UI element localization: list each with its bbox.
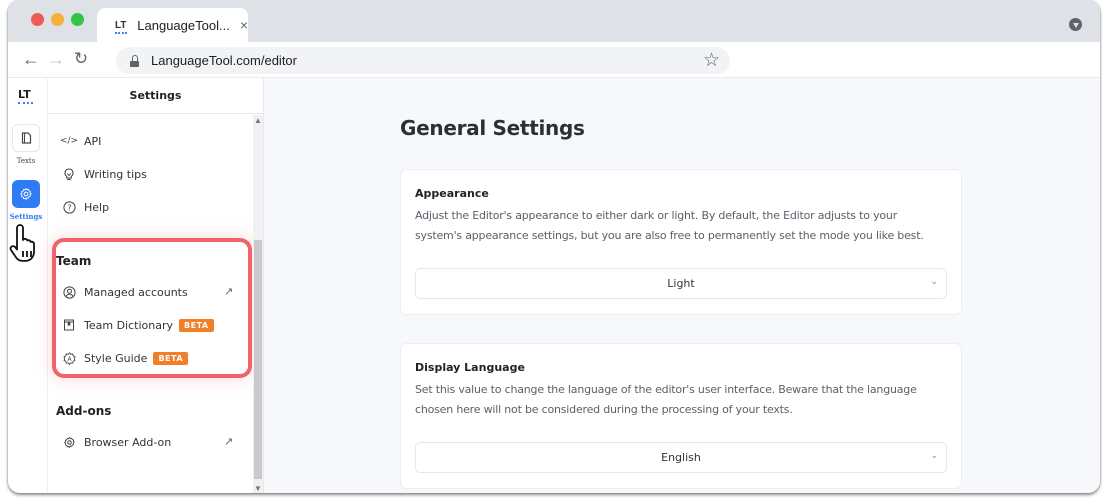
menu-item-label: Help [84,200,110,214]
bookmark-star-icon[interactable]: ☆ [703,49,720,72]
tab-title: LanguageTool... [137,17,230,33]
menu-item-team-dictionary[interactable]: Team Dictionary BETA [62,318,214,332]
team-section-title: Team [56,254,92,268]
beta-badge: BETA [153,351,189,365]
code-icon: </> [59,136,79,146]
menu-item-label: Writing tips [84,167,147,181]
style-guide-icon: A [62,351,76,365]
rail-texts-label: Texts [16,157,36,165]
menu-item-style-guide[interactable]: A Style Guide BETA [62,351,189,365]
browser-tab[interactable]: LT LanguageTool... × [97,8,248,42]
maximize-window-button[interactable] [71,13,84,26]
rail-texts-button[interactable] [12,124,40,152]
lock-icon [130,54,139,67]
address-bar[interactable]: LanguageTool.com/editor ☆ [116,47,730,74]
languagetool-favicon-icon: LT [115,19,128,34]
help-icon: ? [62,200,76,214]
menu-item-writing-tips[interactable]: Writing tips [62,167,147,181]
browser-menu-icon[interactable] [1069,18,1082,31]
display-language-select[interactable]: English ⌄ [415,442,947,473]
url-text[interactable]: LanguageTool.com/editor [151,53,297,68]
menu-item-managed-accounts[interactable]: Managed accounts [62,285,188,299]
rail-settings-label: Settings [9,212,43,221]
user-circle-icon [62,285,76,299]
card-description: Set this value to change the language of… [415,383,917,416]
chevron-down-icon: ⌄ [930,277,938,287]
back-icon[interactable]: ← [20,49,42,70]
card-title: Display Language [415,361,525,374]
browser-toolbar: ← → ↻ LanguageTool.com/editor ☆ [8,42,1100,78]
chevron-down-icon: ⌄ [930,451,938,461]
panel-title: Settings [48,78,263,114]
lightbulb-icon [62,167,76,181]
select-value: Light [667,277,695,290]
card-title: Appearance [415,187,489,200]
menu-item-browser-addon[interactable]: Browser Add-on [62,435,171,449]
svg-text:A: A [67,356,72,363]
scrollbar-thumb[interactable] [254,240,262,479]
icon-rail: LT Texts Settings [8,78,48,493]
svg-text:?: ? [67,203,71,212]
reload-icon[interactable]: ↻ [70,49,92,69]
menu-item-help[interactable]: ? Help [62,200,109,214]
gear-icon [20,188,32,200]
scroll-up-icon[interactable]: ▲ [253,116,263,125]
menu-item-label: API [84,134,102,148]
app-area: LT Texts Settings Settings </> API Writi… [8,78,1100,493]
card-description: Adjust the Editor's appearance to either… [415,209,924,242]
scroll-down-icon[interactable]: ▼ [253,484,263,493]
menu-item-label: Style Guide [84,351,148,365]
minimize-window-button[interactable] [51,13,64,26]
display-language-card: Display Language Set this value to chang… [400,343,962,489]
panel-scrollbar[interactable]: ▲ ▼ [253,115,263,493]
languagetool-logo[interactable]: LT [18,88,33,104]
forward-icon[interactable]: → [45,49,67,70]
beta-badge: BETA [179,318,214,332]
menu-item-label: Managed accounts [84,285,188,299]
menu-item-label: Team Dictionary [84,318,173,332]
rail-settings-button[interactable] [12,180,40,208]
appearance-card: Appearance Adjust the Editor's appearanc… [400,169,962,315]
hand-cursor-icon [9,224,35,262]
close-window-button[interactable] [31,13,44,26]
main-content: General Settings Appearance Adjust the E… [264,78,1100,493]
menu-item-api[interactable]: </> API [59,134,102,148]
appearance-select[interactable]: Light ⌄ [415,268,947,299]
external-link-icon[interactable]: ↗ [224,435,233,448]
external-link-icon[interactable]: ↗ [224,285,233,298]
select-value: English [661,451,701,464]
title-bar: LT LanguageTool... × [8,0,1100,42]
addons-section-title: Add-ons [56,404,112,418]
gear-icon [62,435,76,449]
tab-close-icon[interactable]: × [240,17,248,33]
settings-panel: Settings </> API Writing tips ? Help Tea… [48,78,264,493]
book-icon [62,318,76,332]
document-icon [21,132,31,144]
page-title: General Settings [400,116,585,140]
browser-window: LT LanguageTool... × ← → ↻ LanguageTool.… [8,0,1100,493]
menu-item-label: Browser Add-on [84,435,172,449]
